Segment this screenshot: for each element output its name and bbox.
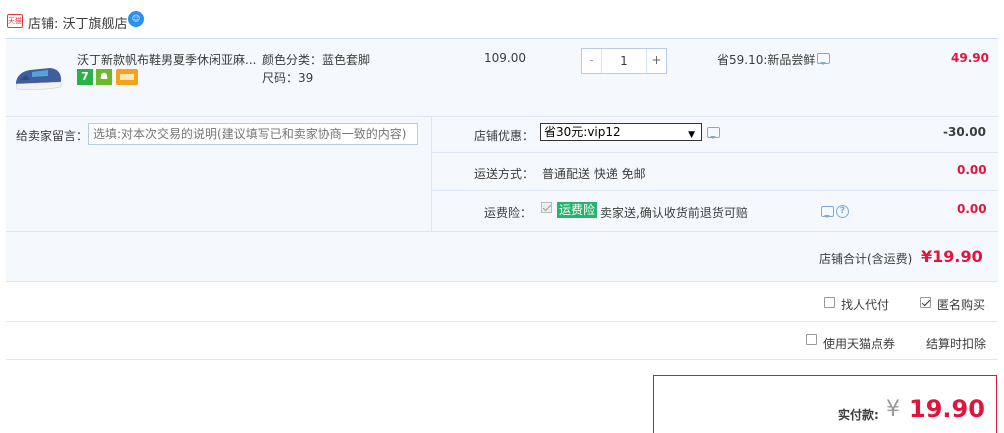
coupon-selected-value: 省30元:vip12 — [544, 125, 621, 139]
coupon-label: 店铺优惠： — [474, 129, 535, 143]
tmall-points-label[interactable]: 使用天猫点券 — [823, 335, 895, 352]
coupon-amount: -30.00 — [943, 125, 986, 139]
tmall-icon: 天猫 — [7, 14, 23, 28]
insurance-label: 运费险： — [484, 206, 533, 220]
product-thumbnail[interactable] — [12, 58, 64, 96]
unit-price: 109.00 — [484, 51, 526, 65]
chat-icon[interactable]: ☺ — [128, 11, 144, 27]
insurance-checkbox[interactable] — [541, 202, 552, 213]
help-icon[interactable]: ? — [836, 205, 849, 218]
shop-subtotal-label: 店铺合计(含运费) — [819, 252, 913, 266]
currency-symbol: ¥ — [886, 397, 900, 422]
sku-size: 尺码：39 — [262, 71, 314, 85]
quantity-input[interactable]: 1 — [602, 49, 646, 73]
promo-comment-icon[interactable] — [817, 53, 830, 65]
insurance-comment-icon[interactable] — [821, 206, 834, 218]
shipping-method: 普通配送 快递 免邮 — [542, 167, 646, 181]
quantity-decrease-button[interactable]: - — [582, 49, 602, 73]
memo-label: 给卖家留言： — [16, 129, 89, 143]
seller-memo-input[interactable] — [88, 123, 418, 145]
payment-total: 19.90 — [909, 395, 985, 423]
shop-subtotal-value: ¥19.90 — [921, 247, 983, 266]
payment-label: 实付款: — [838, 408, 879, 422]
coupon-comment-icon[interactable] — [707, 127, 720, 139]
insurance-description: 卖家送,确认收货前退货可赔 — [600, 206, 748, 220]
quantity-stepper: - 1 + — [581, 48, 667, 74]
proxy-pay-checkbox[interactable] — [824, 297, 835, 308]
divider — [6, 359, 998, 360]
shipping-label: 运送方式： — [474, 167, 535, 181]
order-item-row — [6, 38, 998, 116]
credit-card-icon[interactable] — [116, 69, 138, 85]
shop-name[interactable]: 店铺: 沃丁旗舰店 — [28, 13, 128, 32]
product-title-link[interactable]: 沃丁新款帆布鞋男夏季休闲亚麻... — [77, 51, 257, 68]
seven-day-return-icon[interactable]: 7 — [77, 69, 93, 85]
android-service-icon[interactable]: ☗ — [96, 69, 112, 85]
divider — [431, 190, 998, 191]
chevron-down-icon: ▼ — [688, 130, 695, 140]
anonymous-checkbox[interactable] — [920, 297, 931, 308]
promotion-text: 省59.10:新品尝鲜 — [717, 53, 816, 67]
tmall-points-checkbox[interactable] — [806, 334, 817, 345]
proxy-pay-label[interactable]: 找人代付 — [841, 296, 889, 313]
deduct-note: 结算时扣除 — [926, 337, 987, 351]
divider — [6, 231, 998, 232]
item-subtotal: 49.90 — [951, 51, 989, 65]
shop-header — [0, 0, 1004, 38]
sku-color: 颜色分类：蓝色套脚 — [262, 53, 371, 67]
divider — [431, 116, 432, 231]
divider — [6, 321, 998, 322]
divider — [431, 152, 998, 153]
insurance-tag: 运费险 — [557, 202, 598, 218]
coupon-select[interactable]: 省30元:vip12 ▼ — [540, 123, 702, 141]
insurance-amount: 0.00 — [957, 202, 987, 216]
anonymous-label[interactable]: 匿名购买 — [937, 296, 985, 313]
quantity-increase-button[interactable]: + — [646, 49, 666, 73]
shipping-amount: 0.00 — [957, 163, 987, 177]
